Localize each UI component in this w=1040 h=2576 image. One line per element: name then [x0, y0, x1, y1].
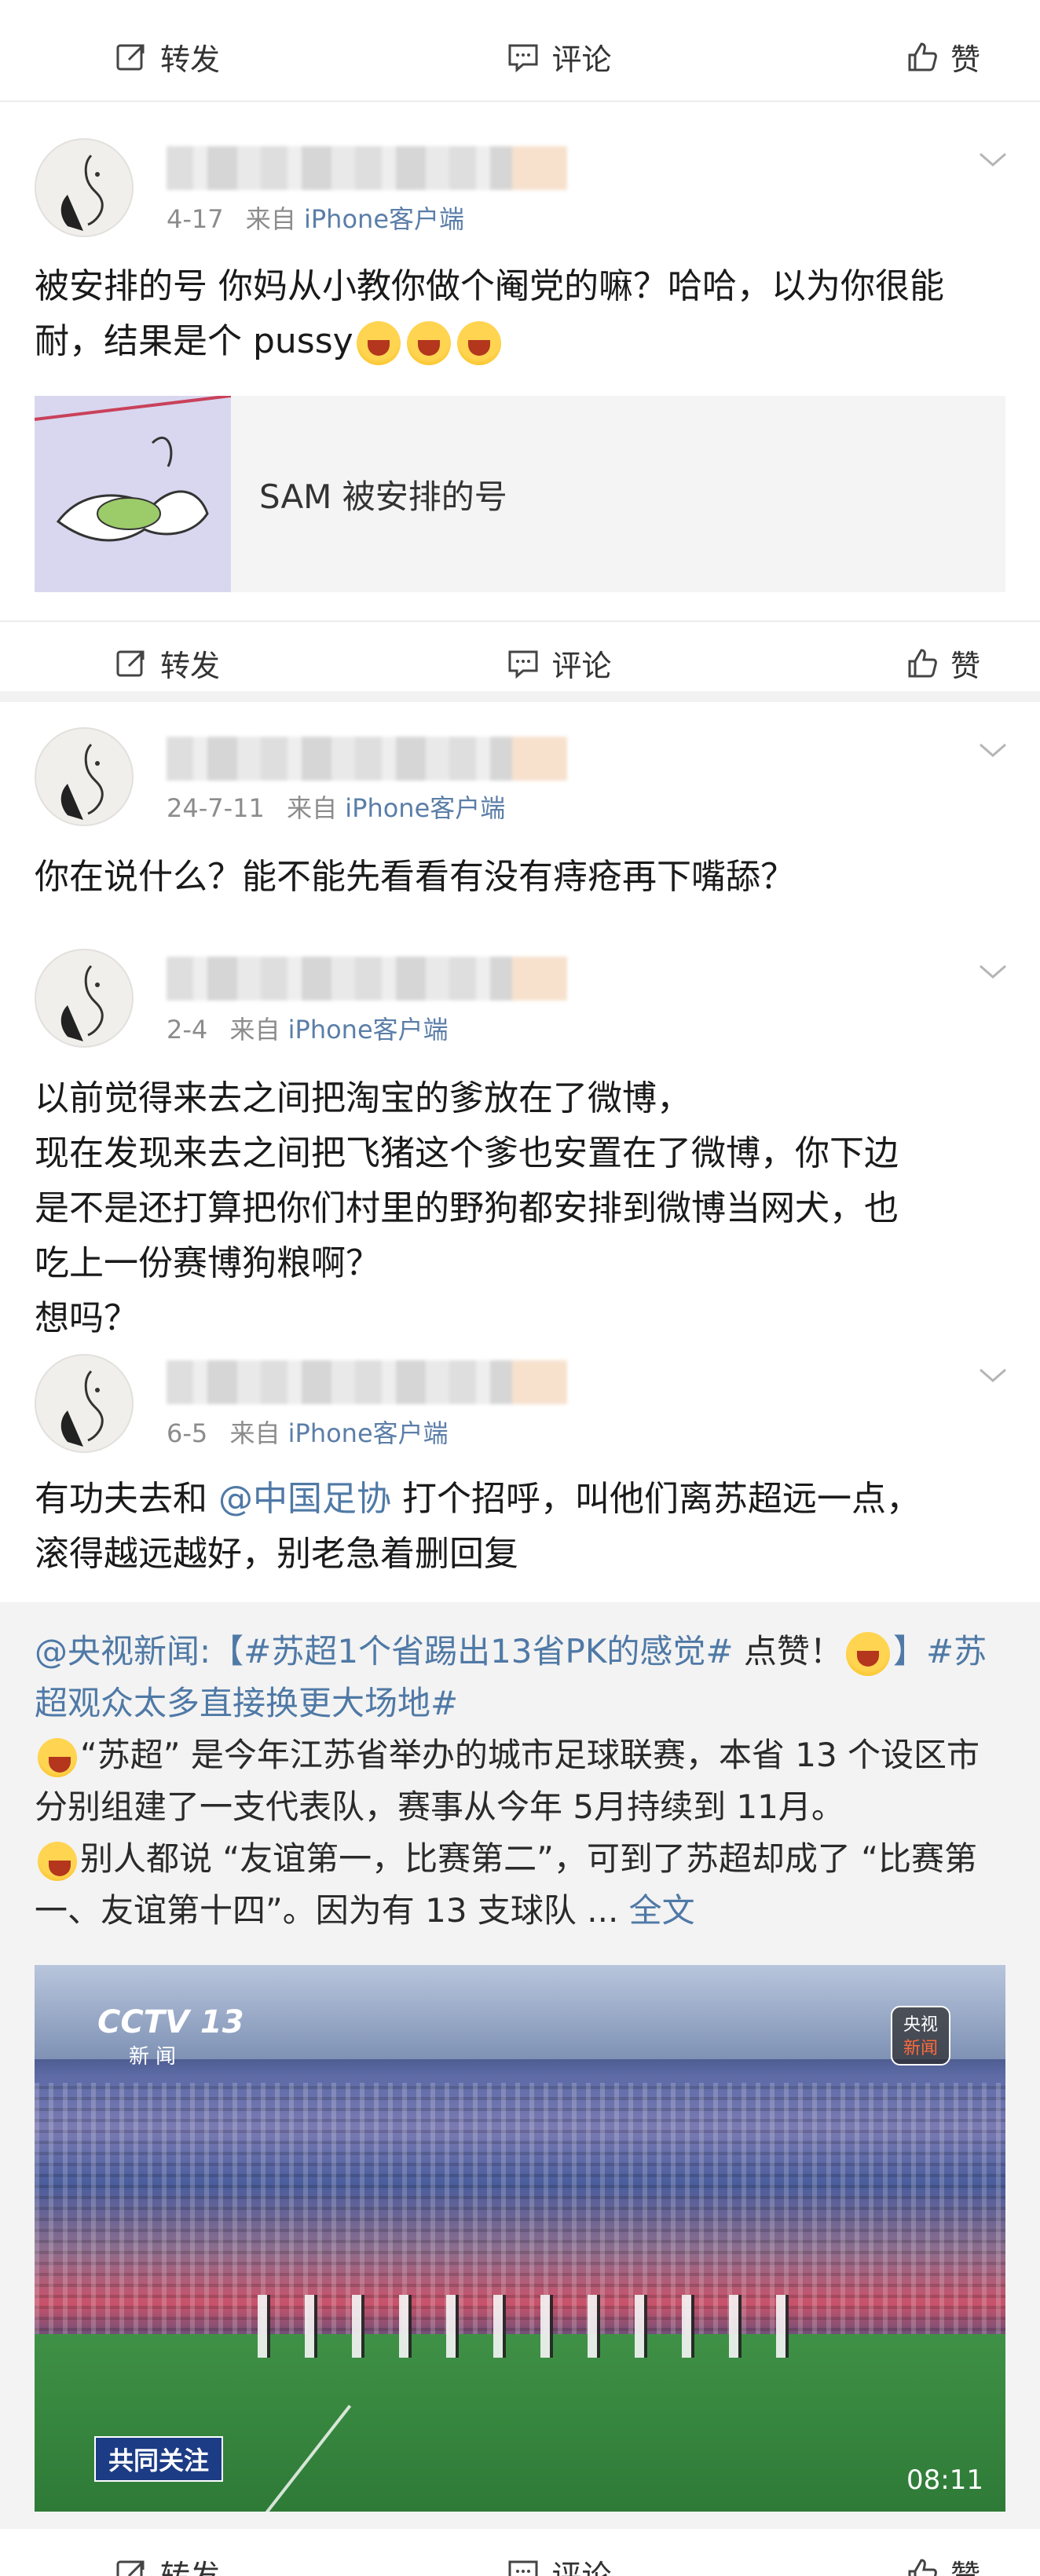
avatar[interactable]	[35, 949, 134, 1048]
like-button[interactable]: 赞	[693, 642, 980, 685]
comment-label: 评论	[551, 42, 612, 77]
action-bar-top: 转发 评论 赞	[0, 16, 1040, 97]
like-icon	[908, 2559, 937, 2576]
comment-meta: 2-4 来自 iPhone客户端	[167, 1010, 449, 1046]
from-prefix: 来自	[229, 1015, 280, 1045]
comment-icon	[508, 44, 538, 73]
comment-button[interactable]: 评论	[346, 642, 693, 685]
like-icon	[908, 649, 937, 678]
like-label: 赞	[950, 2558, 981, 2576]
comment-date: 4-17	[167, 204, 224, 234]
cctv-logo: CCTV 13	[97, 2004, 244, 2040]
repost-label: 转发	[160, 648, 221, 683]
laugh-emoji-icon	[406, 321, 451, 365]
share-card-thumbnail	[35, 396, 231, 592]
comment-label: 评论	[551, 648, 612, 683]
section-separator	[0, 691, 1040, 702]
comment-meta: 6-5 来自 iPhone客户端	[167, 1414, 449, 1450]
laugh-emoji-icon	[356, 321, 401, 365]
comment-button[interactable]: 评论	[346, 2552, 693, 2576]
divider	[0, 101, 1040, 102]
comment-text: 你在说什么？能不能先看看有没有痔疮再下嘴舔？	[35, 857, 795, 897]
like-button[interactable]: 赞	[693, 2552, 980, 2576]
from-prefix: 来自	[287, 793, 338, 823]
comment-icon	[508, 650, 538, 679]
avatar[interactable]	[35, 727, 134, 826]
action-bar-bottom: 转发 评论 赞	[0, 2532, 1040, 2576]
comment-source[interactable]: iPhone客户端	[288, 1418, 449, 1448]
mention-link[interactable]: @中国足协	[218, 1479, 391, 1519]
laugh-emoji-icon	[845, 1631, 890, 1676]
comment-meta: 24-7-11 来自 iPhone客户端	[167, 789, 505, 825]
repost-button[interactable]: 转发	[0, 2552, 346, 2576]
video-player[interactable]: CCTV 13 新闻 央视 新闻 共同关注 08:11	[35, 1965, 1005, 2512]
comment-text: 以前觉得来去之间把淘宝的爹放在了微博， 现在发现来去之间把飞猪这个爹也安置在了微…	[35, 1078, 899, 1338]
username-blurred[interactable]	[167, 737, 567, 781]
avatar[interactable]	[35, 1354, 134, 1453]
comment-date: 6-5	[167, 1418, 208, 1448]
repost-button[interactable]: 转发	[0, 642, 346, 685]
chevron-down-icon[interactable]	[977, 1367, 1009, 1385]
like-button[interactable]: 赞	[693, 35, 980, 79]
like-label: 赞	[950, 648, 981, 683]
username-blurred[interactable]	[167, 957, 567, 1001]
shocked-emoji-icon	[38, 1737, 77, 1777]
comment-text: 有功夫去和 @中国足协 打个招呼，叫他们离苏超远一点， 滚得越远越好，别老急着删…	[35, 1479, 921, 1574]
repost-block[interactable]: @央视新闻:【#苏超1个省踢出13省PK的感觉# 点赞！ 】#苏超观众太多直接换更…	[0, 1602, 1040, 2529]
from-prefix: 来自	[229, 1418, 280, 1448]
repost-text: @央视新闻:【#苏超1个省踢出13省PK的感觉# 点赞！ 】#苏超观众太多直接换更…	[35, 1631, 987, 1930]
comment-icon	[508, 2560, 538, 2576]
video-frame-field	[35, 2334, 1005, 2512]
comment-meta: 4-17 来自 iPhone客户端	[167, 199, 464, 236]
avatar[interactable]	[35, 138, 134, 237]
comment-date: 24-7-11	[167, 793, 265, 823]
video-caption: 共同关注	[94, 2436, 224, 2482]
like-label: 赞	[950, 42, 981, 77]
comment-source[interactable]: iPhone客户端	[304, 204, 464, 234]
comment-button[interactable]: 评论	[346, 35, 693, 79]
chevron-down-icon[interactable]	[977, 741, 1009, 760]
username-blurred[interactable]	[167, 1360, 567, 1404]
comment-date: 2-4	[167, 1015, 208, 1045]
repost-author-link[interactable]: @央视新闻:	[35, 1632, 211, 1670]
from-prefix: 来自	[245, 204, 296, 234]
cctv-logo-sub: 新闻	[129, 2045, 183, 2069]
topic-link[interactable]: 【#苏超1个省踢出13省PK的感觉#	[211, 1632, 733, 1670]
comment-text: 被安排的号 你妈从小教你做个阉党的嘛？哈哈，以为你很能耐，结果是个 pussy	[35, 259, 1005, 369]
like-icon	[908, 42, 937, 71]
chevron-down-icon[interactable]	[977, 963, 1009, 982]
repost-label: 转发	[160, 42, 221, 77]
repost-icon	[116, 650, 145, 677]
comment-label: 评论	[551, 2558, 612, 2576]
share-card[interactable]: SAM 被安排的号	[35, 396, 1005, 592]
comment-source[interactable]: iPhone客户端	[288, 1015, 449, 1045]
cctv-news-badge: 央视 新闻	[891, 2006, 950, 2066]
repost-button[interactable]: 转发	[0, 35, 346, 79]
video-duration: 08:11	[906, 2464, 983, 2496]
laugh-emoji-icon	[456, 321, 501, 365]
chevron-down-icon[interactable]	[977, 151, 1009, 170]
comment-source[interactable]: iPhone客户端	[345, 793, 505, 823]
repost-icon	[116, 2560, 145, 2576]
full-text-link[interactable]: 全文	[629, 1891, 695, 1930]
repost-label: 转发	[160, 2558, 221, 2576]
username-blurred[interactable]	[167, 146, 567, 190]
shocked-emoji-icon	[38, 1841, 77, 1881]
video-frame-players	[239, 2295, 820, 2358]
repost-icon	[116, 44, 145, 71]
share-card-label: SAM 被安排的号	[259, 477, 507, 516]
